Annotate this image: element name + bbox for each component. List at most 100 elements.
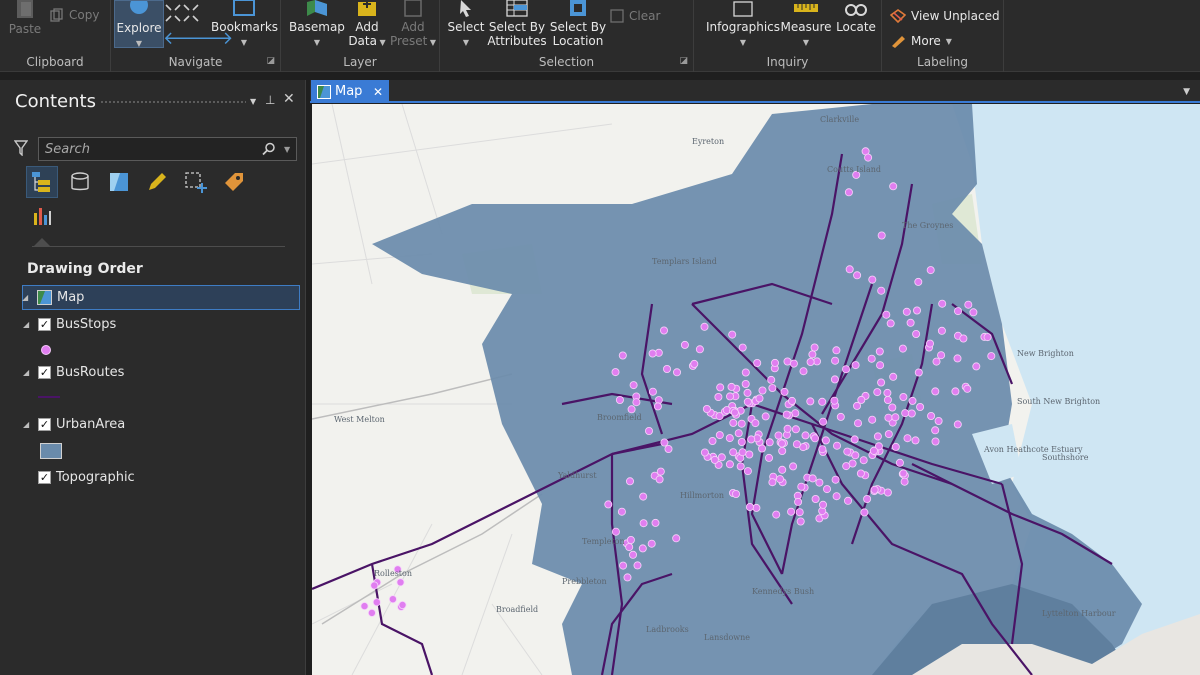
measure-ruler-icon bbox=[794, 4, 818, 12]
topographic-visibility-checkbox[interactable]: ✓ bbox=[38, 471, 51, 484]
bus-stop-point bbox=[780, 387, 789, 396]
bus-stop-point bbox=[951, 387, 960, 396]
bus-stop-point bbox=[959, 334, 968, 343]
full-extent-icon[interactable] bbox=[165, 4, 181, 22]
bus-stop-point bbox=[987, 352, 996, 361]
selection-launcher-icon[interactable]: ◪ bbox=[679, 56, 688, 66]
bus-stop-point bbox=[730, 408, 739, 417]
infographics-button[interactable]: Infographics ▼ bbox=[700, 0, 786, 50]
navigate-launcher-icon[interactable]: ◪ bbox=[266, 56, 275, 66]
bus-stop-point bbox=[737, 419, 746, 428]
layer-row-busstops[interactable]: ◢ ✓ BusStops bbox=[23, 317, 116, 332]
bus-stop-point bbox=[882, 310, 891, 319]
list-by-labeling-tool[interactable] bbox=[218, 166, 250, 198]
select-by-attributes-button[interactable]: Select By Attributes bbox=[487, 0, 547, 48]
document-options-chevron-icon[interactable]: ▼ bbox=[1183, 87, 1190, 97]
select-dropdown-caret: ▼ bbox=[462, 38, 470, 47]
bus-stop-point bbox=[851, 361, 860, 370]
bus-stop-point bbox=[954, 307, 963, 316]
bus-stop-point bbox=[611, 527, 620, 536]
list-by-drawing-order-tool[interactable] bbox=[26, 166, 58, 198]
layer-row-busroutes[interactable]: ◢ ✓ BusRoutes bbox=[23, 365, 124, 380]
busroutes-expand-triangle[interactable]: ◢ bbox=[23, 368, 33, 377]
list-by-editing-tool[interactable] bbox=[141, 166, 173, 198]
layer-group-label: Layer bbox=[343, 55, 377, 69]
contents-title: Contents bbox=[15, 91, 96, 112]
filter-icon[interactable] bbox=[14, 140, 28, 156]
fixed-zoom-icon[interactable] bbox=[183, 4, 199, 22]
bus-stop-point bbox=[856, 469, 865, 478]
bus-stop-point bbox=[884, 413, 893, 422]
bus-stop-point bbox=[728, 330, 737, 339]
bus-stop-point bbox=[799, 367, 808, 376]
paste-button[interactable]: Paste bbox=[6, 0, 44, 36]
busstops-expand-triangle[interactable]: ◢ bbox=[23, 320, 33, 329]
bus-stop-point bbox=[745, 502, 754, 511]
label-new-brighton: New Brighton bbox=[1017, 349, 1074, 358]
map-canvas[interactable]: Clarkville Eyreton Coutts Island The Gro… bbox=[312, 104, 1200, 675]
measure-button[interactable]: Measure ▼ bbox=[778, 0, 834, 50]
bus-stop-point bbox=[783, 424, 792, 433]
bus-stop-point bbox=[715, 412, 724, 421]
bus-stop-point bbox=[639, 492, 648, 501]
busstops-visibility-checkbox[interactable]: ✓ bbox=[38, 318, 51, 331]
pane-options-chevron-icon[interactable]: ▼ bbox=[250, 97, 256, 106]
explore-button[interactable]: Explore ▼ bbox=[114, 0, 164, 48]
search-icon[interactable] bbox=[262, 142, 276, 156]
bus-stop-point bbox=[396, 578, 405, 587]
busroutes-visibility-checkbox[interactable]: ✓ bbox=[38, 366, 51, 379]
map-node-row[interactable]: ◢ Map bbox=[22, 285, 300, 310]
paste-label: Paste bbox=[8, 22, 42, 36]
bus-stop-point bbox=[864, 153, 873, 162]
pane-drag-grip[interactable] bbox=[100, 100, 246, 105]
bus-stop-point bbox=[914, 277, 923, 286]
search-options-caret[interactable]: ▼ bbox=[284, 145, 290, 154]
copy-button[interactable]: Copy bbox=[50, 8, 99, 22]
locate-button[interactable]: Locate bbox=[832, 0, 880, 34]
bus-stop-point bbox=[833, 441, 842, 450]
add-preset-button[interactable]: Add Preset ▼ bbox=[389, 0, 437, 50]
map-view-tab[interactable]: Map ✕ bbox=[311, 80, 389, 103]
close-map-tab-icon[interactable]: ✕ bbox=[373, 85, 383, 99]
more-button[interactable]: More ▼ bbox=[890, 34, 952, 48]
clear-selection-button[interactable]: Clear bbox=[610, 9, 660, 23]
list-by-charts-tool[interactable] bbox=[26, 200, 58, 232]
bus-stop-point bbox=[908, 396, 917, 405]
add-data-icon bbox=[358, 0, 376, 16]
select-button[interactable]: Select ▼ bbox=[446, 0, 486, 50]
auto-hide-pin-icon[interactable]: ⊥ bbox=[265, 93, 275, 107]
bus-stop-point bbox=[888, 403, 897, 412]
select-by-location-button[interactable]: Select By Location bbox=[549, 0, 607, 48]
select-cursor-icon bbox=[460, 0, 471, 17]
list-by-snapping-tool[interactable] bbox=[180, 166, 212, 198]
bus-stop-point bbox=[734, 429, 743, 438]
bookmarks-button[interactable]: Bookmarks ▼ bbox=[211, 0, 278, 50]
bus-stop-point bbox=[891, 413, 900, 422]
layer-row-urbanarea[interactable]: ◢ ✓ UrbanArea bbox=[23, 417, 125, 432]
view-unplaced-button[interactable]: View Unplaced bbox=[890, 9, 1000, 23]
list-by-selection-tool[interactable] bbox=[103, 166, 135, 198]
clear-selection-label: Clear bbox=[629, 9, 661, 23]
bus-stop-point bbox=[938, 299, 947, 308]
bus-stop-point bbox=[932, 357, 941, 366]
basemap-button[interactable]: Basemap ▼ bbox=[289, 0, 345, 50]
layer-row-topographic[interactable]: ✓ Topographic bbox=[38, 470, 135, 485]
bus-stop-point bbox=[778, 465, 787, 474]
bus-stop-point bbox=[795, 508, 804, 517]
urbanarea-visibility-checkbox[interactable]: ✓ bbox=[38, 418, 51, 431]
map-frame-icon bbox=[37, 290, 52, 305]
map-expand-triangle[interactable]: ◢ bbox=[22, 293, 32, 302]
contents-search-input[interactable] bbox=[38, 137, 297, 161]
urbanarea-expand-triangle[interactable]: ◢ bbox=[23, 420, 33, 429]
bus-stop-point bbox=[937, 351, 946, 360]
add-data-button[interactable]: Add Data ▼ bbox=[347, 0, 387, 50]
bus-stop-point bbox=[625, 543, 634, 552]
bus-stop-point bbox=[743, 467, 752, 476]
bus-stop-point bbox=[875, 347, 884, 356]
bus-stop-point bbox=[680, 340, 689, 349]
list-by-data-source-tool[interactable] bbox=[64, 166, 96, 198]
bus-stop-point bbox=[900, 477, 909, 486]
bar-chart-icon bbox=[34, 208, 51, 225]
close-pane-icon[interactable]: ✕ bbox=[283, 91, 295, 107]
bus-stop-point bbox=[877, 378, 886, 387]
